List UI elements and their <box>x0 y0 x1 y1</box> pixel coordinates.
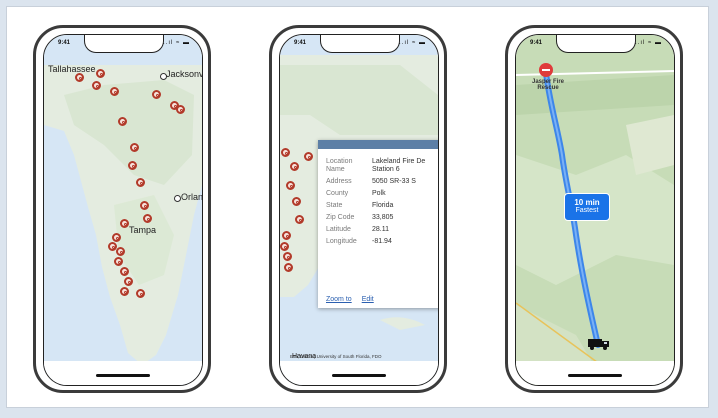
attribute-key: Zip Code <box>326 214 355 221</box>
attribute-key: County <box>326 190 349 197</box>
fire-station-marker[interactable] <box>128 161 137 170</box>
popup-actions: Zoom to Edit <box>326 296 384 303</box>
home-indicator[interactable] <box>332 374 386 377</box>
map-label-jacksonville: Jacksonv <box>166 69 203 79</box>
eta-label: Fastest <box>575 207 599 214</box>
station-popup: Location Name Lakeland Fire De Station 6 … <box>318 140 438 308</box>
phone-screen: 9:41 ..ıl ≈ ▬ Jasper Fire Rescue 10 min … <box>515 34 675 386</box>
attribute-value: 5050 SR-33 S <box>372 178 416 185</box>
fire-truck-icon[interactable] <box>588 337 610 350</box>
map-attribution: Esri, USGS | University of South Florida… <box>290 354 382 359</box>
fire-station-marker[interactable] <box>136 178 145 187</box>
attribute-row: Location Name Lakeland Fire De Station 6 <box>326 156 438 176</box>
city-dot <box>174 195 181 202</box>
map-label-tallahassee: Tallahassee <box>48 64 96 74</box>
fire-station-marker[interactable] <box>120 219 129 228</box>
attribute-row: Address 5050 SR-33 S <box>326 176 438 188</box>
zoom-to-link[interactable]: Zoom to <box>326 296 352 303</box>
fire-station-marker[interactable] <box>290 162 299 171</box>
attribute-value: 33,805 <box>372 214 394 221</box>
fire-station-marker[interactable] <box>304 152 313 161</box>
fire-station-marker[interactable] <box>75 73 84 82</box>
phone-notch <box>84 35 164 53</box>
attribute-value: Polk <box>372 190 386 197</box>
fire-station-marker[interactable] <box>116 247 125 256</box>
status-icons: ..ıl ≈ ▬ <box>635 40 662 46</box>
map-label-tampa: Tampa <box>129 225 157 235</box>
fire-station-marker[interactable] <box>282 231 291 240</box>
fire-station-marker[interactable] <box>284 263 293 272</box>
attribute-key: Latitude <box>326 226 351 233</box>
attribute-key: Location Name <box>326 158 353 173</box>
fire-station-marker[interactable] <box>286 181 295 190</box>
route-eta-badge[interactable]: 10 min Fastest <box>564 193 610 221</box>
attribute-value: 28.11 <box>372 226 389 233</box>
fire-station-marker[interactable] <box>143 214 152 223</box>
attribute-row: Zip Code 33,805 <box>326 212 438 224</box>
attribute-value: Florida <box>372 202 394 209</box>
phone-station-details: 9:41 ..ıl ≈ ▬ Location Name Lakeland Fir… <box>269 25 447 393</box>
city-dot <box>160 73 167 80</box>
attribute-value: Lakeland Fire De Station 6 <box>372 158 426 173</box>
fire-station-marker[interactable] <box>152 90 161 99</box>
attribute-key: Address <box>326 178 352 185</box>
fire-station-marker[interactable] <box>176 105 185 114</box>
florida-map[interactable] <box>44 35 202 385</box>
fire-station-marker[interactable] <box>112 233 121 242</box>
home-indicator[interactable] <box>568 374 622 377</box>
status-time: 9:41 <box>58 40 71 46</box>
fire-station-marker[interactable] <box>92 81 101 90</box>
home-indicator-area <box>516 361 674 385</box>
fire-station-marker[interactable] <box>281 148 290 157</box>
fire-station-marker[interactable] <box>136 289 145 298</box>
fire-station-pin[interactable] <box>539 63 553 77</box>
fire-station-marker[interactable] <box>124 277 133 286</box>
fire-station-marker[interactable] <box>114 257 123 266</box>
popup-header <box>318 140 438 149</box>
attribute-key: State <box>326 202 343 209</box>
edit-link[interactable]: Edit <box>362 296 374 303</box>
fire-station-marker[interactable] <box>140 201 149 210</box>
status-time: 9:41 <box>530 40 543 46</box>
status-icons: ..ıl ≈ ▬ <box>399 40 426 46</box>
attribute-row: County Polk <box>326 188 438 200</box>
home-indicator-area <box>44 361 202 385</box>
eta-time: 10 min <box>574 198 600 207</box>
attribute-row: Latitude 28.11 <box>326 224 438 236</box>
fire-station-marker[interactable] <box>120 287 129 296</box>
home-indicator[interactable] <box>96 374 150 377</box>
attribute-value: -81.94 <box>372 238 392 245</box>
fire-station-marker[interactable] <box>292 197 301 206</box>
start-location-label: Jasper Fire Rescue <box>531 79 565 91</box>
attribute-row: State Florida <box>326 200 438 212</box>
phone-route-directions: 9:41 ..ıl ≈ ▬ Jasper Fire Rescue 10 min … <box>505 25 683 393</box>
home-indicator-area <box>280 361 438 385</box>
status-icons: ..ıl ≈ ▬ <box>163 40 190 46</box>
phone-fire-stations-map: 9:41 ..ıl ≈ ▬ Tallahassee Jacksonv Orlan… <box>33 25 211 393</box>
fire-station-marker[interactable] <box>283 252 292 261</box>
phone-screen: 9:41 ..ıl ≈ ▬ Location Name Lakeland Fir… <box>279 34 439 386</box>
fire-station-marker[interactable] <box>130 143 139 152</box>
map-label-orlando: Orlan <box>181 192 203 202</box>
phone-notch <box>320 35 400 53</box>
fire-station-marker[interactable] <box>118 117 127 126</box>
station-attributes-table: Location Name Lakeland Fire De Station 6 … <box>326 156 438 248</box>
fire-station-marker[interactable] <box>295 215 304 224</box>
phone-notch <box>556 35 636 53</box>
screenshot-frame: 9:41 ..ıl ≈ ▬ Tallahassee Jacksonv Orlan… <box>6 6 709 408</box>
fire-station-marker[interactable] <box>120 267 129 276</box>
fire-station-marker[interactable] <box>280 242 289 251</box>
phone-screen: 9:41 ..ıl ≈ ▬ Tallahassee Jacksonv Orlan… <box>43 34 203 386</box>
fire-station-marker[interactable] <box>96 69 105 78</box>
fire-station-marker[interactable] <box>110 87 119 96</box>
attribute-key: Longitude <box>326 238 357 245</box>
status-time: 9:41 <box>294 40 307 46</box>
attribute-row: Longitude -81.94 <box>326 236 438 248</box>
